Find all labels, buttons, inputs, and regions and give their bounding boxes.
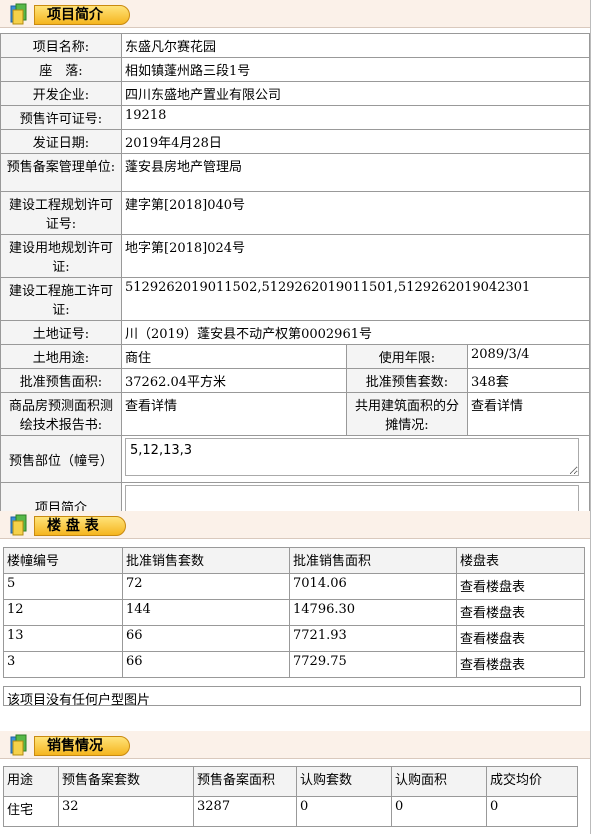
- column-header: 批准销售套数: [122, 547, 290, 574]
- table-cell: 0: [391, 796, 487, 827]
- land-certificate: 川（2019）蓬安县不动产权第0002961号: [121, 320, 590, 345]
- column-header: 楼盘表: [456, 547, 585, 574]
- shared-area-link[interactable]: 查看详情: [467, 392, 590, 436]
- report-link[interactable]: 查看详情: [121, 392, 347, 436]
- approved-units: 348套: [467, 368, 590, 393]
- sales-table: 用途 预售备案套数 预售备案面积 认购套数 认购面积 成交均价 住宅 32 32…: [3, 766, 578, 827]
- section-header-sales: 销售情况: [0, 731, 590, 759]
- label: 预售许可证号:: [0, 105, 122, 130]
- view-building-link[interactable]: 查看楼盘表: [456, 573, 585, 600]
- label: 预售备案管理单位:: [0, 153, 122, 192]
- table-cell: 66: [122, 651, 290, 678]
- column-header: 认购套数: [296, 766, 392, 797]
- table-cell: 72: [122, 573, 290, 600]
- book-icon: [10, 514, 27, 536]
- view-building-link[interactable]: 查看楼盘表: [456, 599, 585, 626]
- table-cell: 7014.06: [289, 573, 457, 600]
- label: 批准预售套数:: [346, 368, 468, 393]
- label: 开发企业:: [0, 81, 122, 106]
- section-header-buildings: 楼 盘 表: [0, 511, 590, 539]
- land-purpose: 商住: [121, 344, 347, 369]
- column-header: 预售备案套数: [58, 766, 194, 797]
- book-icon: [10, 734, 27, 756]
- column-header: 用途: [3, 766, 59, 797]
- label: 批准预售面积:: [0, 368, 122, 393]
- column-header: 批准销售面积: [289, 547, 457, 574]
- label: 商品房预测面积测绘技术报告书:: [0, 392, 122, 436]
- table-cell: 144: [122, 599, 290, 626]
- table-cell: 12: [3, 599, 123, 626]
- building-table: 楼幢编号 批准销售套数 批准销售面积 楼盘表 5 72 7014.06 查看楼盘…: [3, 547, 585, 678]
- table-row: 3 66 7729.75 查看楼盘表: [3, 651, 585, 678]
- table-cell: 0: [296, 796, 392, 827]
- no-floorplan-notice: 该项目没有任何户型图片: [3, 686, 581, 708]
- table-row: 住宅 32 3287 0 0 0: [3, 796, 578, 827]
- table-cell: 3: [3, 651, 123, 678]
- column-header: 楼幢编号: [3, 547, 123, 574]
- label: 土地用途:: [0, 344, 122, 369]
- section-title: 销售情况: [34, 736, 130, 756]
- label: 建设工程施工许可证:: [0, 277, 122, 321]
- label: 使用年限:: [346, 344, 468, 369]
- project-location: 相如镇蓬州路三段1号: [121, 57, 590, 82]
- label: 建设用地规划许可证:: [0, 234, 122, 278]
- label: 项目名称:: [0, 33, 122, 58]
- table-row: 5 72 7014.06 查看楼盘表: [3, 573, 585, 600]
- table-row: 13 66 7721.93 查看楼盘表: [3, 625, 585, 652]
- label: 座 落:: [0, 57, 122, 82]
- approved-area: 37262.04平方米: [121, 368, 347, 393]
- table-cell: 3287: [193, 796, 297, 827]
- table-cell: 7721.93: [289, 625, 457, 652]
- presale-permit: 19218: [121, 105, 590, 130]
- section-title: 楼 盘 表: [34, 516, 126, 536]
- column-header: 成交均价: [486, 766, 578, 797]
- use-years: 2089/3/4: [467, 344, 590, 369]
- section-title: 项目简介: [34, 5, 130, 25]
- table-cell: 住宅: [3, 796, 59, 827]
- construction-permit: 5129262019011502,5129262019011501,512926…: [121, 277, 590, 321]
- column-header: 认购面积: [391, 766, 487, 797]
- view-building-link[interactable]: 查看楼盘表: [456, 651, 585, 678]
- table-cell: 13: [3, 625, 123, 652]
- project-name: 东盛凡尔赛花园: [121, 33, 590, 58]
- agency: 蓬安县房地产管理局: [121, 153, 590, 192]
- right-divider: [590, 0, 591, 834]
- table-cell: 5: [3, 573, 123, 600]
- table-cell: 32: [58, 796, 194, 827]
- book-icon: [10, 3, 27, 25]
- section-header-intro: 项目简介: [0, 0, 590, 28]
- view-building-link[interactable]: 查看楼盘表: [456, 625, 585, 652]
- table-cell: 14796.30: [289, 599, 457, 626]
- presale-part-textarea[interactable]: 5,12,13,3: [125, 438, 579, 476]
- label: 预售部位（幢号）: [0, 435, 122, 483]
- issue-date: 2019年4月28日: [121, 129, 590, 154]
- planning-permit: 建字第[2018]040号: [121, 191, 590, 235]
- table-cell: 7729.75: [289, 651, 457, 678]
- table-cell: 0: [486, 796, 578, 827]
- label: 建设工程规划许可证号:: [0, 191, 122, 235]
- table-row: 12 144 14796.30 查看楼盘表: [3, 599, 585, 626]
- column-header: 预售备案面积: [193, 766, 297, 797]
- land-use-permit: 地字第[2018]024号: [121, 234, 590, 278]
- table-cell: 66: [122, 625, 290, 652]
- label: 共用建筑面积的分摊情况:: [346, 392, 468, 436]
- label: 发证日期:: [0, 129, 122, 154]
- project-info-table: 项目名称: 东盛凡尔赛花园 座 落: 相如镇蓬州路三段1号 开发企业: 四川东盛…: [0, 33, 590, 530]
- developer: 四川东盛地产置业有限公司: [121, 81, 590, 106]
- label: 土地证号:: [0, 320, 122, 345]
